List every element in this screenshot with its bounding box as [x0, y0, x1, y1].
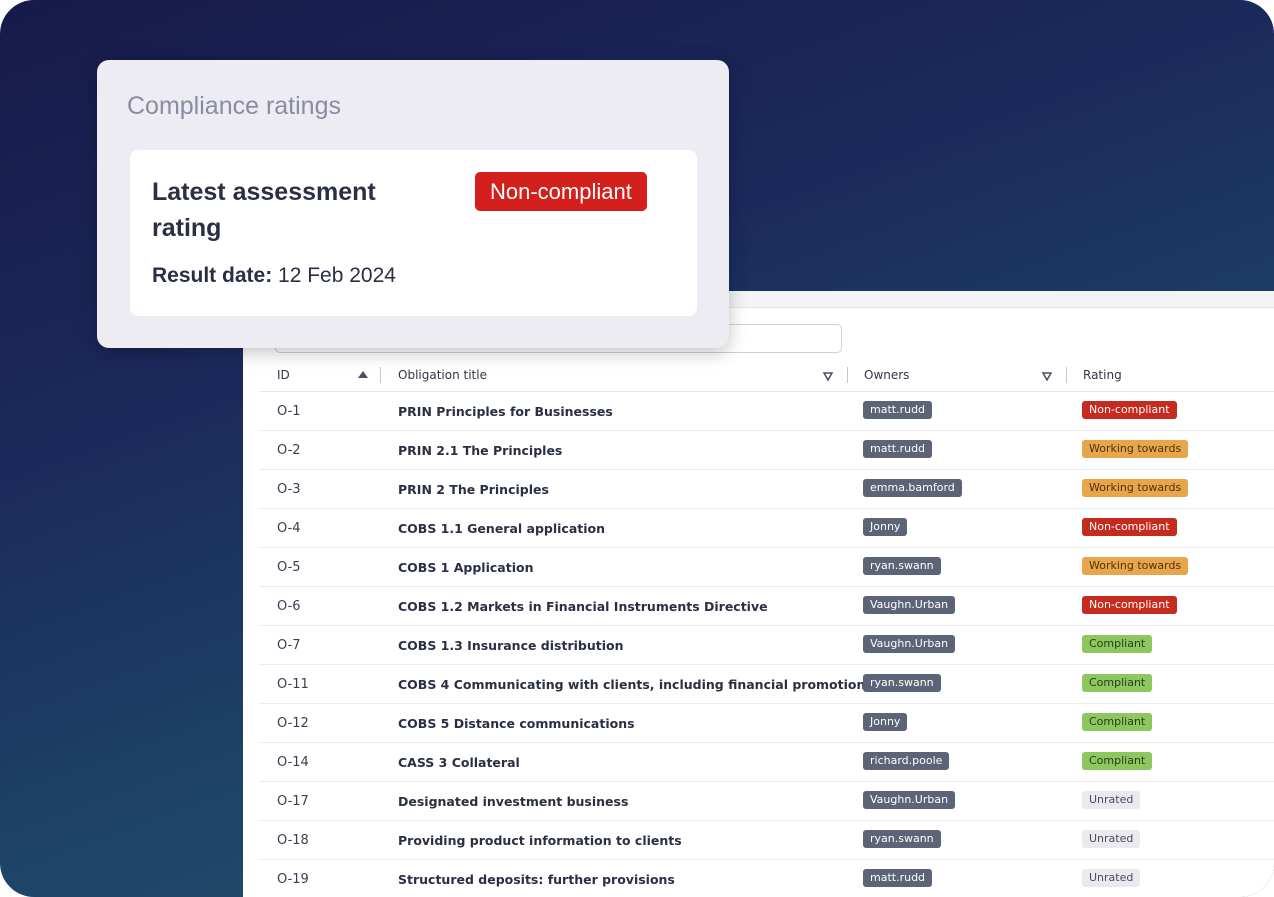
row-id: O-17: [277, 794, 309, 809]
rating-badge: Working towards: [1082, 557, 1189, 575]
owner-tag[interactable]: Vaughn.Urban: [863, 596, 956, 614]
rating-badge: Working towards: [1082, 440, 1189, 458]
filter-icon[interactable]: [1041, 370, 1053, 382]
owner-tag[interactable]: ryan.swann: [863, 557, 941, 575]
obligation-title[interactable]: Providing product information to clients: [398, 833, 682, 848]
row-id: O-18: [277, 833, 309, 848]
table-row[interactable]: O-19 Structured deposits: further provisi…: [259, 860, 1274, 897]
obligation-title[interactable]: COBS 1.1 General application: [398, 521, 605, 536]
row-id: O-11: [277, 677, 309, 692]
filter-icon[interactable]: [822, 370, 834, 382]
table-row[interactable]: O-6 COBS 1.2 Markets in Financial Instrum…: [259, 587, 1274, 626]
table-row[interactable]: O-12 COBS 5 Distance communications Jonny C…: [259, 704, 1274, 743]
owner-tag[interactable]: ryan.swann: [863, 830, 941, 848]
column-header-rating[interactable]: Rating: [1083, 368, 1122, 382]
latest-assessment-label: Latest assessment rating: [152, 178, 376, 242]
owner-tag[interactable]: Vaughn.Urban: [863, 791, 956, 809]
status-badge: Non-compliant: [475, 172, 647, 211]
table-row[interactable]: O-14 CASS 3 Collateral richard.poole Compli…: [259, 743, 1274, 782]
owner-tag[interactable]: richard.poole: [863, 752, 950, 770]
rating-badge: Compliant: [1082, 635, 1153, 653]
owner-tag[interactable]: matt.rudd: [863, 869, 933, 887]
owner-tag[interactable]: emma.bamford: [863, 479, 962, 497]
obligation-title[interactable]: PRIN Principles for Businesses: [398, 404, 613, 419]
obligation-title[interactable]: PRIN 2 The Principles: [398, 482, 549, 497]
obligation-title[interactable]: PRIN 2.1 The Principles: [398, 443, 562, 458]
rating-badge: Unrated: [1082, 869, 1141, 887]
sort-asc-icon[interactable]: [358, 371, 368, 378]
assessment-summary: Latest assessment rating Non-compliant R…: [130, 150, 697, 316]
table-body: O-1 PRIN Principles for Businesses matt.ru…: [259, 392, 1274, 897]
row-id: O-12: [277, 716, 309, 731]
table-row[interactable]: O-7 COBS 1.3 Insurance distribution Vaughn…: [259, 626, 1274, 665]
table-row[interactable]: O-5 COBS 1 Application ryan.swann Working t…: [259, 548, 1274, 587]
row-id: O-2: [277, 443, 301, 458]
obligations-table: ID Obligation title Owners Rating O-1 PRI…: [259, 359, 1274, 897]
result-date-label: Result date:: [152, 264, 273, 287]
row-id: O-19: [277, 872, 309, 887]
obligation-title[interactable]: COBS 4 Communicating with clients, inclu…: [398, 677, 873, 692]
column-separator: [380, 367, 381, 383]
owner-tag[interactable]: Jonny: [863, 713, 908, 731]
obligation-title[interactable]: Structured deposits: further provisions: [398, 872, 675, 887]
table-row[interactable]: O-2 PRIN 2.1 The Principles matt.rudd Worki…: [259, 431, 1274, 470]
rating-badge: Non-compliant: [1082, 596, 1177, 614]
column-header-owners[interactable]: Owners: [864, 368, 909, 382]
table-row[interactable]: O-11 COBS 4 Communicating with clients, i…: [259, 665, 1274, 704]
rating-badge: Non-compliant: [1082, 518, 1177, 536]
rating-badge: Unrated: [1082, 791, 1141, 809]
table-row[interactable]: O-1 PRIN Principles for Businesses matt.ru…: [259, 392, 1274, 431]
obligation-title[interactable]: COBS 5 Distance communications: [398, 716, 635, 731]
rating-badge: Non-compliant: [1082, 401, 1177, 419]
rating-badge: Compliant: [1082, 674, 1153, 692]
column-separator: [1066, 367, 1067, 383]
rating-badge: Compliant: [1082, 713, 1153, 731]
row-id: O-1: [277, 404, 301, 419]
owner-tag[interactable]: matt.rudd: [863, 401, 933, 419]
column-header-id[interactable]: ID: [277, 368, 290, 382]
table-row[interactable]: O-18 Providing product information to cli…: [259, 821, 1274, 860]
result-date: Result date: 12 Feb 2024: [152, 264, 396, 288]
obligation-title[interactable]: COBS 1.2 Markets in Financial Instrument…: [398, 599, 768, 614]
owner-tag[interactable]: ryan.swann: [863, 674, 941, 692]
row-id: O-3: [277, 482, 301, 497]
owner-tag[interactable]: Jonny: [863, 518, 908, 536]
row-id: O-6: [277, 599, 301, 614]
column-header-title[interactable]: Obligation title: [398, 368, 487, 382]
row-id: O-5: [277, 560, 301, 575]
result-date-value: 12 Feb 2024: [278, 264, 396, 287]
rating-badge: Unrated: [1082, 830, 1141, 848]
row-id: O-14: [277, 755, 309, 770]
table-row[interactable]: O-17 Designated investment business Vaughn…: [259, 782, 1274, 821]
owner-tag[interactable]: Vaughn.Urban: [863, 635, 956, 653]
obligation-title[interactable]: CASS 3 Collateral: [398, 755, 520, 770]
obligations-panel: ID Obligation title Owners Rating O-1 PRI…: [243, 291, 1274, 897]
table-header: ID Obligation title Owners Rating: [259, 359, 1274, 392]
obligation-title[interactable]: Designated investment business: [398, 794, 628, 809]
table-row[interactable]: O-4 COBS 1.1 General application Jonny Non-…: [259, 509, 1274, 548]
row-id: O-4: [277, 521, 301, 536]
obligation-title[interactable]: COBS 1.3 Insurance distribution: [398, 638, 624, 653]
column-separator: [847, 367, 848, 383]
rating-badge: Working towards: [1082, 479, 1189, 497]
compliance-ratings-card: Compliance ratings Latest assessment rat…: [97, 60, 729, 348]
table-row[interactable]: O-3 PRIN 2 The Principles emma.bamford Work…: [259, 470, 1274, 509]
obligation-title[interactable]: COBS 1 Application: [398, 560, 533, 575]
background-frame: ID Obligation title Owners Rating O-1 PRI…: [0, 0, 1274, 897]
rating-badge: Compliant: [1082, 752, 1153, 770]
owner-tag[interactable]: matt.rudd: [863, 440, 933, 458]
card-title: Compliance ratings: [127, 92, 341, 120]
row-id: O-7: [277, 638, 301, 653]
